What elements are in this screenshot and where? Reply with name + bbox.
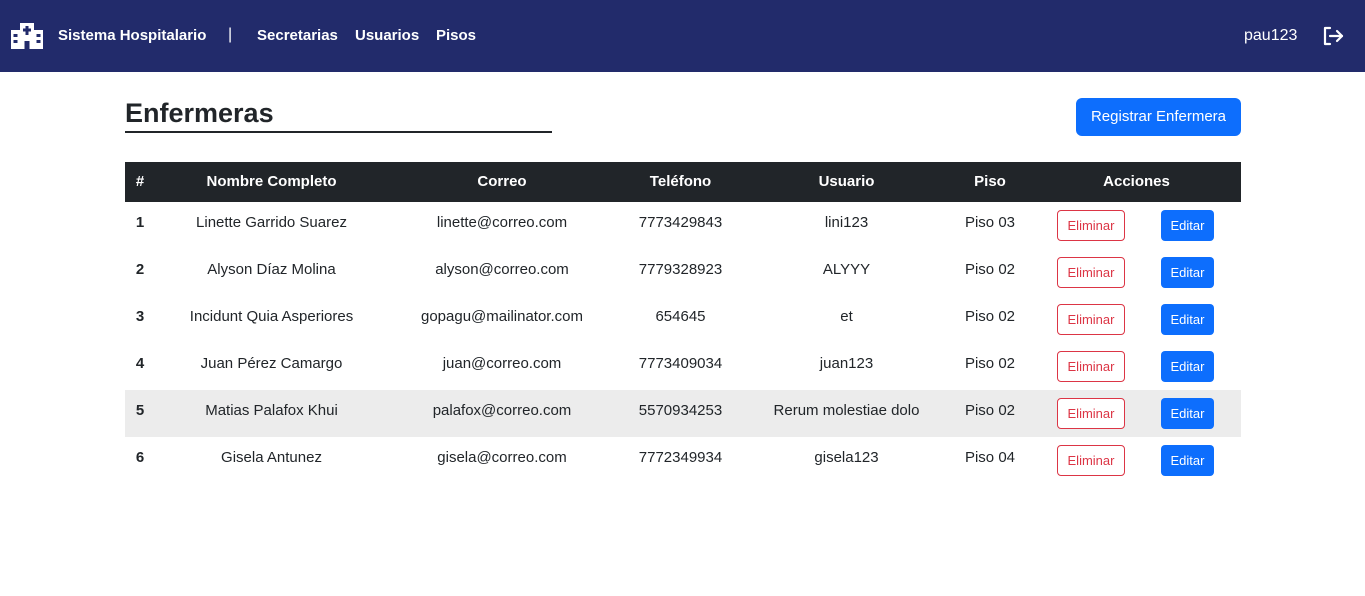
header-full-name: Nombre Completo [206, 173, 337, 190]
row-phone: 7772349934 [638, 449, 723, 466]
delete-button[interactable]: Eliminar [1057, 398, 1125, 429]
brand-name[interactable]: Sistema Hospitalario [58, 27, 206, 44]
edit-button[interactable]: Editar [1161, 351, 1214, 382]
nav-link-pisos[interactable]: Pisos [436, 27, 476, 44]
hospital-icon[interactable] [11, 23, 43, 49]
row-email: palafox@correo.com [432, 402, 572, 419]
row-user: ALYYY [822, 261, 871, 278]
row-user: lini123 [824, 214, 869, 231]
edit-button[interactable]: Editar [1161, 304, 1214, 335]
header-phone: Teléfono [649, 173, 712, 190]
title-underline [125, 131, 552, 133]
nurses-table: # Nombre Completo Correo Teléfono Usuari… [125, 162, 1241, 484]
row-phone: 7773429843 [638, 214, 723, 231]
top-navbar: Sistema Hospitalario | Secretarias Usuar… [0, 0, 1365, 72]
row-user: juan123 [819, 355, 874, 372]
brand-separator: | [228, 26, 233, 43]
row-phone: 5570934253 [638, 402, 723, 419]
row-name: Alyson Díaz Molina [207, 261, 336, 278]
row-phone: 7779328923 [638, 261, 723, 278]
current-user: pau123 [1244, 27, 1298, 44]
table-row: 5 Matias Palafox Khui palafox@correo.com… [125, 390, 1241, 437]
row-email: gisela@correo.com [437, 449, 567, 466]
row-name: Incidunt Quia Asperiores [189, 308, 354, 325]
row-user: gisela123 [814, 449, 879, 466]
delete-button[interactable]: Eliminar [1057, 445, 1125, 476]
row-phone: 654645 [655, 308, 706, 325]
row-floor: Piso 02 [964, 355, 1016, 372]
header-number: # [135, 173, 145, 190]
row-number: 3 [135, 308, 145, 325]
page-title: Enfermeras [125, 98, 274, 128]
delete-button[interactable]: Eliminar [1057, 351, 1125, 382]
row-floor: Piso 04 [964, 449, 1016, 466]
table-row: 6 Gisela Antunez gisela@correo.com 77723… [125, 437, 1241, 484]
logout-icon[interactable] [1322, 25, 1344, 47]
row-user: et [840, 308, 853, 325]
nav-link-usuarios[interactable]: Usuarios [355, 27, 419, 44]
edit-button[interactable]: Editar [1161, 398, 1214, 429]
table-row: 1 Linette Garrido Suarez linette@correo.… [125, 202, 1241, 249]
edit-button[interactable]: Editar [1161, 445, 1214, 476]
row-number: 6 [135, 449, 145, 466]
row-phone: 7773409034 [638, 355, 723, 372]
register-nurse-button[interactable]: Registrar Enfermera [1076, 98, 1241, 136]
row-name: Matias Palafox Khui [205, 402, 338, 419]
row-number: 1 [135, 214, 145, 231]
delete-button[interactable]: Eliminar [1057, 257, 1125, 288]
row-floor: Piso 02 [964, 402, 1016, 419]
row-floor: Piso 02 [964, 308, 1016, 325]
table-row: 3 Incidunt Quia Asperiores gopagu@mailin… [125, 296, 1241, 343]
row-name: Gisela Antunez [221, 449, 322, 466]
row-email: alyson@correo.com [435, 261, 569, 278]
row-number: 2 [135, 261, 145, 278]
table-row: 2 Alyson Díaz Molina alyson@correo.com 7… [125, 249, 1241, 296]
header-floor: Piso [974, 173, 1006, 190]
row-email: gopagu@mailinator.com [421, 308, 583, 325]
table-header: # Nombre Completo Correo Teléfono Usuari… [125, 162, 1241, 202]
edit-button[interactable]: Editar [1161, 257, 1214, 288]
delete-button[interactable]: Eliminar [1057, 304, 1125, 335]
header-actions: Acciones [1103, 173, 1170, 190]
row-email: linette@correo.com [436, 214, 568, 231]
table-row: 4 Juan Pérez Camargo juan@correo.com 777… [125, 343, 1241, 390]
row-floor: Piso 03 [964, 214, 1016, 231]
row-number: 5 [135, 402, 145, 419]
row-name: Linette Garrido Suarez [196, 214, 347, 231]
header-email: Correo [477, 173, 527, 190]
edit-button[interactable]: Editar [1161, 210, 1214, 241]
delete-button[interactable]: Eliminar [1057, 210, 1125, 241]
nav-link-secretarias[interactable]: Secretarias [257, 27, 338, 44]
row-user: Rerum molestiae dolo [773, 402, 920, 419]
row-name: Juan Pérez Camargo [200, 355, 343, 372]
row-number: 4 [135, 355, 145, 372]
row-email: juan@correo.com [442, 355, 562, 372]
header-user: Usuario [818, 173, 875, 190]
row-floor: Piso 02 [964, 261, 1016, 278]
